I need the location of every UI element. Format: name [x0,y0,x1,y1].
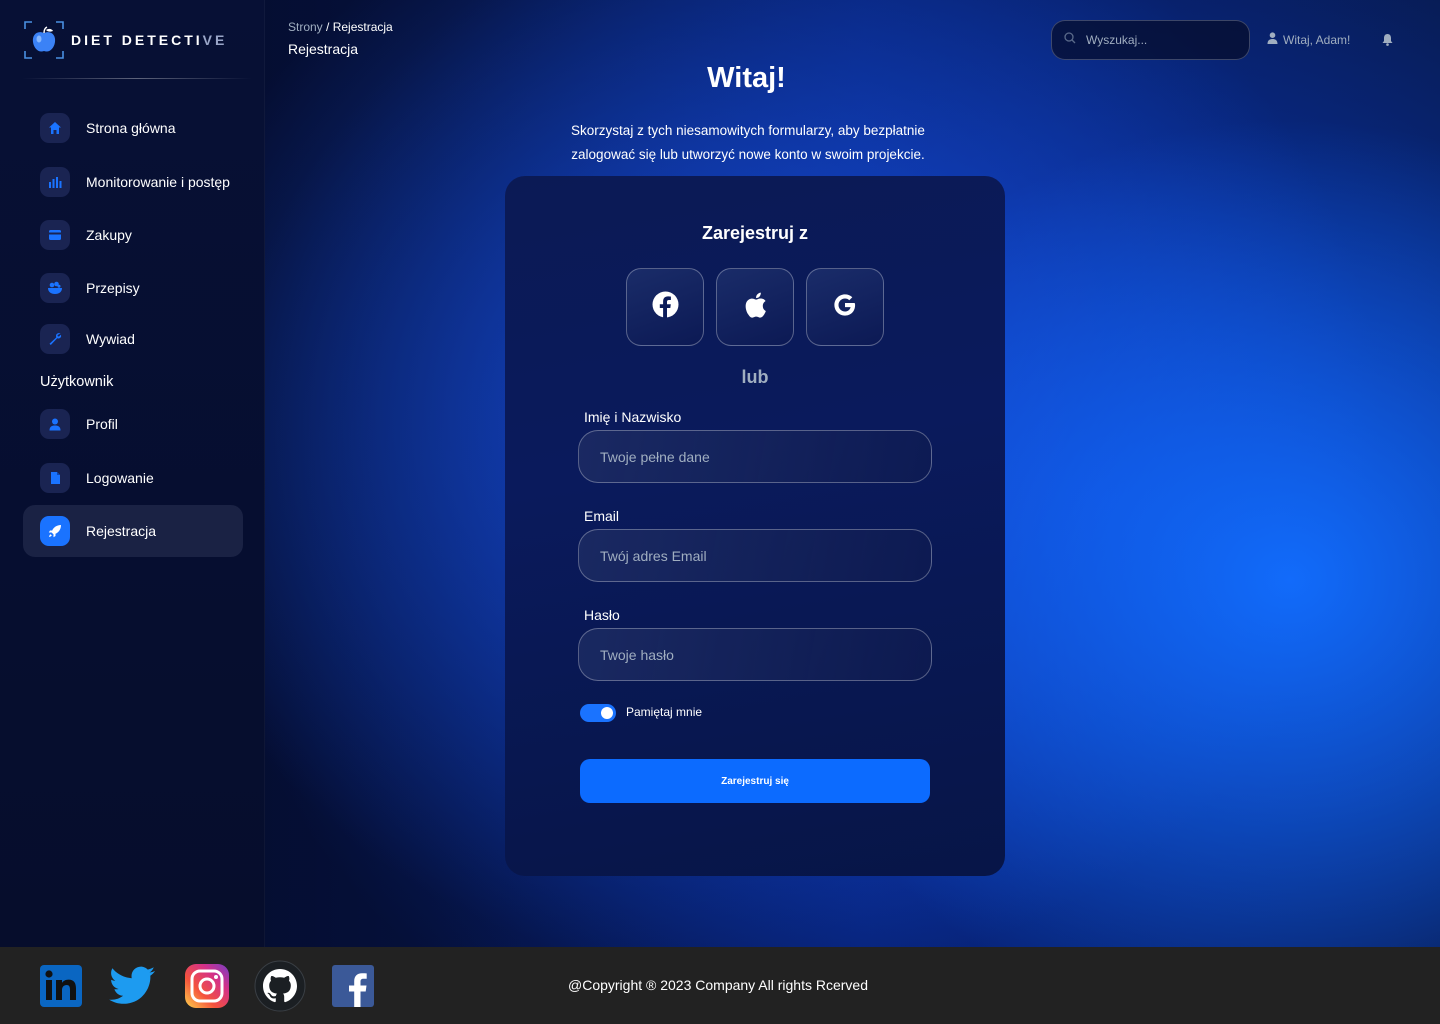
sidebar-item-interview[interactable]: Wywiad [23,313,243,365]
sidebar-item-label: Wywiad [86,331,135,347]
sidebar: DIET DETECTIVE Strona główna Monitorowan… [0,0,265,947]
home-icon [40,113,70,143]
toggle-knob [601,707,613,719]
name-input[interactable] [579,431,931,482]
wrench-icon [40,324,70,354]
chart-icon [40,167,70,197]
register-with-title: Zarejestruj z [701,223,809,243]
recipes-icon [40,273,70,303]
breadcrumb-separator: / [322,20,333,34]
twitter-icon[interactable] [107,962,157,1010]
sidebar-item-label: Zakupy [86,227,132,243]
rocket-icon [40,516,70,546]
password-input[interactable] [579,629,931,680]
sidebar-item-profile[interactable]: Profil [23,398,243,450]
brand-name-fade: VE [202,32,228,48]
facebook-icon[interactable] [331,964,375,1008]
remember-me-toggle[interactable] [580,704,616,722]
sidebar-item-home[interactable]: Strona główna [23,102,243,154]
sidebar-item-label: Profil [86,416,118,432]
document-icon [40,463,70,493]
instagram-icon[interactable] [183,962,231,1010]
brand[interactable]: DIET DETECTIVE [24,20,244,60]
user-icon [1267,32,1278,47]
register-button[interactable]: Zarejestruj się [580,759,930,803]
email-label: Email [584,508,620,524]
copyright-text: @Copyright ® 2023 Company All rights Rce… [568,977,868,993]
apple-login-button[interactable] [716,268,794,346]
remember-me-label[interactable]: Pamiętaj mnie [626,705,702,719]
google-icon [833,293,857,322]
breadcrumb-current: Rejestracja [332,20,393,34]
sidebar-item-monitoring[interactable]: Monitorowanie i postęp [23,156,243,208]
hero-title: Witaj! [707,62,786,94]
search-input[interactable] [1086,33,1236,47]
user-greeting-text: Witaj, Adam! [1283,32,1351,47]
linkedin-icon[interactable] [37,962,85,1010]
password-field[interactable] [578,628,932,681]
brand-logo-icon [24,21,64,59]
email-input[interactable] [579,530,931,581]
user-greeting[interactable]: Witaj, Adam! [1267,32,1350,47]
sidebar-item-shopping[interactable]: Zakupy [23,209,243,261]
sidebar-item-login[interactable]: Logowanie [23,452,243,504]
search-icon [1064,31,1076,49]
brand-name: DIET DETECTIVE [71,32,227,48]
sidebar-item-register[interactable]: Rejestracja [23,505,243,557]
sidebar-item-label: Logowanie [86,470,154,486]
google-login-button[interactable] [806,268,884,346]
person-icon [40,409,70,439]
sidebar-item-label: Rejestracja [86,523,157,539]
sidebar-item-label: Monitorowanie i postęp [86,174,230,190]
name-field[interactable] [578,430,932,483]
facebook-icon [652,291,679,323]
name-label: Imię i Nazwisko [584,409,682,425]
password-label: Hasło [584,607,620,623]
hero-subtitle: Skorzystaj z tych niesamowitych formular… [571,123,925,162]
bell-icon[interactable] [1382,33,1393,51]
email-field[interactable] [578,529,932,582]
page-title: Rejestracja [288,41,359,57]
breadcrumb: Strony / Rejestracja [288,20,393,34]
sidebar-item-recipes[interactable]: Przepisy [23,262,243,314]
sidebar-item-label: Przepisy [86,280,140,296]
apple-icon [743,291,767,324]
or-divider-text: lub [741,367,769,387]
credit-card-icon [40,220,70,250]
sidebar-section-title: Użytkownik [40,374,114,390]
register-card: Zarejestruj z lub Imię i Nazwisko Email … [505,176,1005,876]
facebook-login-button[interactable] [626,268,704,346]
brand-name-main: DIET DETECTI [71,32,203,48]
search-box[interactable] [1051,20,1250,60]
sidebar-item-label: Strona główna [86,120,176,136]
footer: @Copyright ® 2023 Company All rights Rce… [0,947,1440,1024]
breadcrumb-root[interactable]: Strony [288,20,323,34]
github-icon[interactable] [254,960,306,1012]
